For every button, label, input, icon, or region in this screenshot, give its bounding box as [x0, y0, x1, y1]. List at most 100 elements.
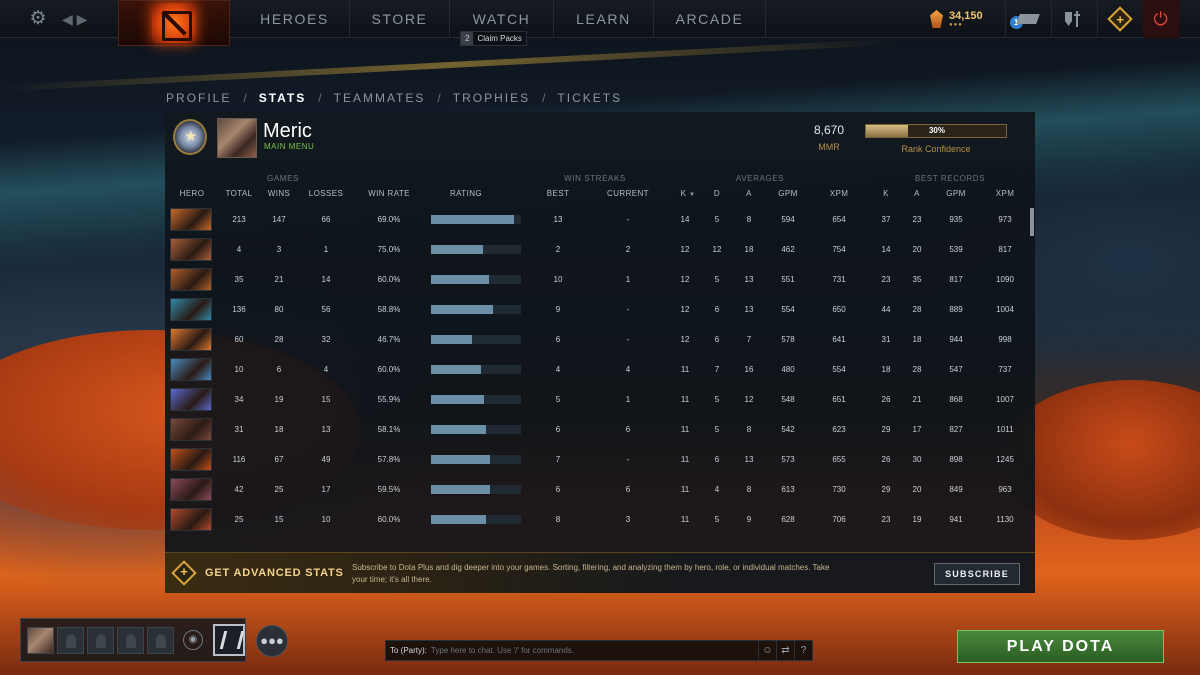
armory-button[interactable]	[1050, 0, 1097, 38]
party-slot-empty[interactable]	[57, 626, 84, 654]
table-row[interactable]: 42 25 17 59.5% 6 6 11 4 8 613 730 29 20 849 963	[165, 475, 1035, 505]
hero-portrait[interactable]	[170, 238, 212, 261]
chat-channel-label[interactable]: To (Party):	[386, 646, 427, 655]
col-avg-gpm[interactable]: GPM	[773, 189, 803, 198]
cell-rgpm: 817	[949, 275, 963, 284]
nav-store[interactable]: STORE	[350, 0, 450, 38]
subscribe-button[interactable]: SUBSCRIBE	[934, 563, 1020, 585]
table-row[interactable]: 4 3 1 75.0% 2 2 12 12 18 462 754 14 20 539 817	[165, 235, 1035, 265]
avatar[interactable]	[217, 118, 257, 158]
back-arrow-icon[interactable]: ◀ ▶	[62, 11, 87, 28]
tab-trophies[interactable]: TROPHIES	[453, 91, 530, 105]
cell-ra: 19	[912, 515, 922, 524]
dota-plus-banner: + GET ADVANCED STATS Subscribe to Dota P…	[165, 552, 1035, 593]
nav-learn[interactable]: LEARN	[554, 0, 654, 38]
table-row[interactable]: 35 21 14 60.0% 10 1 12 5 13 551 731 23 35 817 1090	[165, 265, 1035, 295]
col-wins[interactable]: WINS	[261, 189, 297, 198]
cell-k: 12	[680, 245, 690, 254]
hero-portrait[interactable]	[170, 208, 212, 231]
table-row[interactable]: 136 80 56 58.8% 9 - 12 6 13 554 650 44 28 889 1004	[165, 295, 1035, 325]
nav-heroes[interactable]: HEROES	[240, 0, 350, 38]
rating-bar	[431, 305, 521, 314]
cell-best: 4	[555, 365, 561, 374]
hero-portrait[interactable]	[170, 358, 212, 381]
voice-icon[interactable]: ◉	[183, 630, 203, 650]
gear-icon[interactable]: ⚙	[28, 9, 48, 29]
party-group-icon[interactable]: ●●●	[256, 625, 288, 657]
rank-medal-icon[interactable]	[173, 119, 207, 155]
cell-rk: 37	[881, 215, 891, 224]
col-best-assists[interactable]: A	[907, 189, 927, 198]
tab-stats[interactable]: STATS	[259, 91, 307, 105]
rating-bar	[431, 335, 521, 344]
play-dota-button[interactable]: PLAY DOTA	[957, 630, 1164, 663]
hero-portrait[interactable]	[170, 328, 212, 351]
hero-portrait[interactable]	[170, 388, 212, 411]
party-slot-empty[interactable]	[147, 626, 174, 654]
cell-wins: 147	[272, 215, 286, 224]
table-scrollbar[interactable]	[1030, 208, 1034, 236]
table-row[interactable]: 116 67 49 57.8% 7-11 6 13 573 655 26 30 898 1245	[165, 445, 1035, 475]
dota-plus-sign: +	[180, 564, 188, 579]
hero-portrait[interactable]	[170, 448, 212, 471]
shards-display[interactable]: 34,150 ●●●	[930, 10, 983, 28]
party-slot-empty[interactable]	[87, 626, 114, 654]
col-total[interactable]: TOTAL	[221, 189, 257, 198]
hero-portrait[interactable]	[170, 298, 212, 321]
col-avg-deaths[interactable]: D	[707, 189, 727, 198]
chat-help-button[interactable]: ?	[794, 641, 812, 660]
hero-portrait[interactable]	[170, 268, 212, 291]
col-losses[interactable]: LOSSES	[303, 189, 349, 198]
mail-button[interactable]: 1	[1004, 0, 1051, 38]
chat-options-icon[interactable]: ⇄	[776, 641, 794, 660]
table-row[interactable]: 10 6 4 60.0% 4 4 11 7 16 480 554 18 28 547 737	[165, 355, 1035, 385]
party-slot-self[interactable]	[27, 626, 54, 654]
cell-current: 3	[625, 515, 631, 524]
table-row[interactable]: 31 18 13 58.1% 6 6 11 5 8 542 623 29 17 827 1011	[165, 415, 1035, 445]
col-avg-kills[interactable]: K ▼	[675, 189, 701, 198]
shards-icon	[930, 10, 943, 28]
cell-rk: 14	[881, 245, 891, 254]
sort-chevron-icon: ▼	[689, 192, 696, 198]
col-avg-xpm[interactable]: XPM	[824, 189, 854, 198]
col-streak-best[interactable]: BEST	[540, 189, 576, 198]
col-win-rate[interactable]: WIN RATE	[361, 189, 417, 198]
nav-arcade[interactable]: ARCADE	[654, 0, 766, 38]
hero-portrait[interactable]	[170, 418, 212, 441]
cell-current: 2	[625, 245, 631, 254]
rating-bar-fill	[431, 425, 486, 434]
tab-teammates[interactable]: TEAMMATES	[334, 91, 426, 105]
battle-pass-tier-icon[interactable]	[213, 624, 245, 656]
table-row[interactable]: 60 28 32 46.7% 6 - 12 6 7 578 641 31 18 944 998	[165, 325, 1035, 355]
col-rating[interactable]: RATING	[435, 189, 497, 198]
cell-winrate: 60.0%	[377, 515, 401, 524]
cell-winrate: 46.7%	[377, 335, 401, 344]
cell-losses: 66	[321, 215, 331, 224]
hero-portrait[interactable]	[170, 478, 212, 501]
dota-plus-button[interactable]: +	[1096, 0, 1143, 38]
col-avg-assists[interactable]: A	[739, 189, 759, 198]
col-streak-current[interactable]: CURRENT	[597, 189, 659, 198]
cell-total: 213	[232, 215, 246, 224]
col-hero[interactable]: HERO	[169, 189, 215, 198]
cell-current: -	[626, 215, 630, 224]
col-best-gpm[interactable]: GPM	[941, 189, 971, 198]
power-icon[interactable]: ⏻	[1142, 0, 1179, 38]
tab-profile[interactable]: PROFILE	[166, 91, 231, 105]
party-bar: ◉	[20, 618, 246, 662]
party-slot-empty[interactable]	[117, 626, 144, 654]
emoji-icon[interactable]: ☺	[758, 641, 776, 660]
table-row[interactable]: 25 15 10 60.0% 8 3 11 5 9 628 706 23 19 941 1130	[165, 505, 1035, 535]
col-best-xpm[interactable]: XPM	[990, 189, 1020, 198]
table-row[interactable]: 34 19 15 55.9% 5 1 11 5 12 548 651 26 21 868 1007	[165, 385, 1035, 415]
dota-logo-button[interactable]	[118, 0, 230, 46]
table-row[interactable]: 213 147 66 69.0% 13 - 14 5 8 594 654 37 23 935 973	[165, 205, 1035, 235]
cell-rgpm: 827	[949, 425, 963, 434]
chat-input[interactable]	[426, 646, 758, 655]
group-games: GAMES	[267, 174, 299, 183]
col-best-kills[interactable]: K	[876, 189, 896, 198]
claim-packs-tooltip[interactable]: 2 Claim Packs	[460, 31, 527, 46]
cell-ra: 23	[912, 215, 922, 224]
tab-tickets[interactable]: TICKETS	[557, 91, 622, 105]
hero-portrait[interactable]	[170, 508, 212, 531]
